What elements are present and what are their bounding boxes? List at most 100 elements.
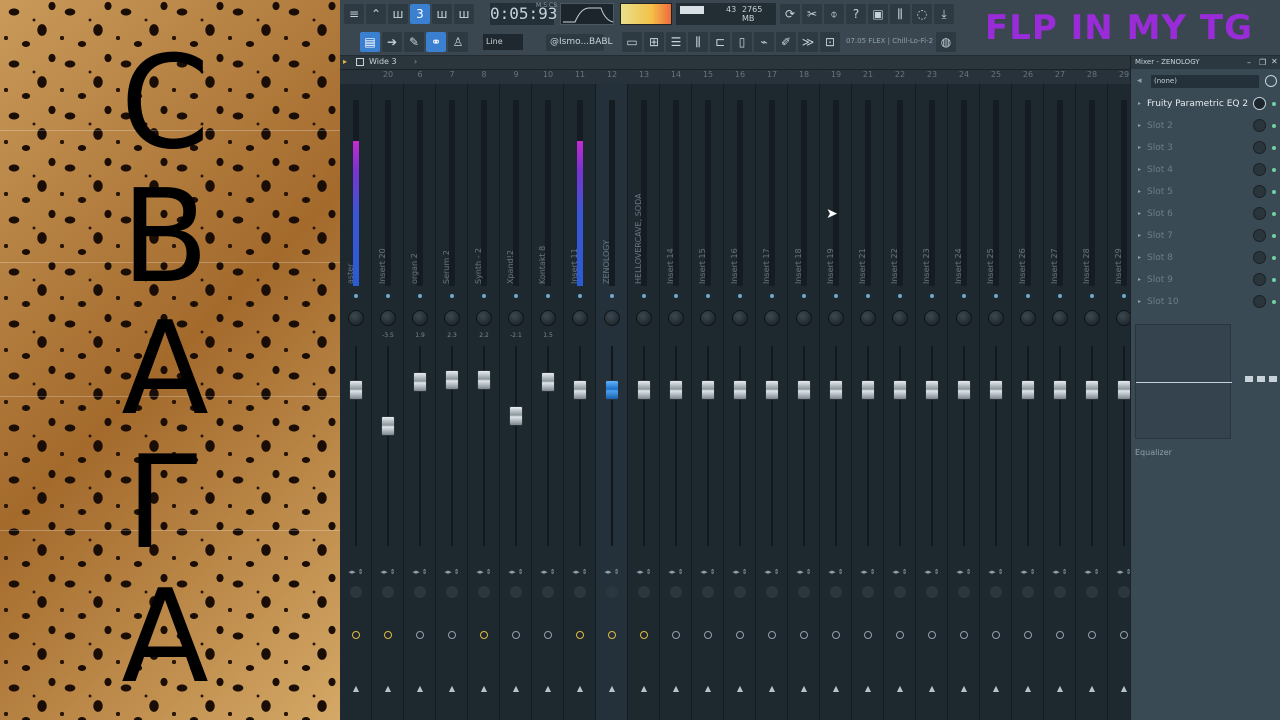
volume-fader[interactable] [989, 380, 1003, 400]
track-name[interactable]: Insert 28 [1082, 194, 1102, 284]
stereo-knob[interactable] [958, 586, 970, 598]
save-icon[interactable]: ▣ [868, 4, 888, 24]
track-name[interactable]: HELLOVERCAVE, SODA LU. (Полная Версия)_v… [634, 194, 654, 284]
piano-roll-icon[interactable]: ▭ [622, 32, 642, 52]
slot-arrow-icon[interactable]: ▸ [1138, 160, 1141, 180]
route-ring-icon[interactable] [1024, 631, 1032, 639]
play-icon[interactable]: ▸ [343, 57, 347, 66]
menu-icon[interactable]: ≡ [344, 4, 364, 24]
volume-fader[interactable] [733, 380, 747, 400]
effect-slot[interactable]: ▸ Fruity Parametric EQ 2 [1135, 94, 1277, 114]
stereo-arrows-icon[interactable]: ◂▸ ⇕ [692, 568, 724, 576]
mixer-icon[interactable]: ⫼ [890, 4, 910, 24]
route-ring-icon[interactable] [832, 631, 840, 639]
route-ring-icon[interactable] [416, 631, 424, 639]
stereo-knob[interactable] [734, 586, 746, 598]
track-led[interactable] [706, 294, 710, 298]
route-ring-icon[interactable] [480, 631, 488, 639]
restore-icon[interactable]: ❐ [1259, 58, 1266, 67]
clipboard-icon[interactable]: ▯ [732, 32, 752, 52]
slot-enable-led[interactable] [1272, 124, 1276, 128]
mixer-track[interactable]: 15 Insert 15 ◂▸ ⇕ ▲ [692, 70, 724, 720]
mixer-track[interactable]: 12 ZENOLOGY ◂▸ ⇕ ▲ [596, 70, 628, 720]
volume-fader[interactable] [829, 380, 843, 400]
volume-fader[interactable] [445, 370, 459, 390]
stereo-arrows-icon[interactable]: ◂▸ ⇕ [852, 568, 884, 576]
send-arrow-icon[interactable]: ▲ [916, 684, 948, 693]
track-led[interactable] [514, 294, 518, 298]
stereo-arrows-icon[interactable]: ◂▸ ⇕ [788, 568, 820, 576]
window-icon[interactable] [356, 58, 364, 66]
slot-arrow-icon[interactable]: ▸ [1138, 94, 1141, 114]
pan-knob[interactable] [412, 310, 428, 326]
plugin-icon[interactable]: ⌁ [754, 32, 774, 52]
volume-fader[interactable] [477, 370, 491, 390]
slot-arrow-icon[interactable]: ▸ [1138, 138, 1141, 158]
send-arrow-icon[interactable]: ▲ [788, 684, 820, 693]
volume-fader[interactable] [381, 416, 395, 436]
slot-enable-led[interactable] [1272, 234, 1276, 238]
send-arrow-icon[interactable]: ▲ [660, 684, 692, 693]
stereo-arrows-icon[interactable]: ◂▸ ⇕ [596, 568, 628, 576]
track-led[interactable] [834, 294, 838, 298]
pan-knob[interactable] [860, 310, 876, 326]
track-led[interactable] [354, 294, 358, 298]
send-arrow-icon[interactable]: ▲ [1076, 684, 1108, 693]
pan-knob[interactable] [540, 310, 556, 326]
send-arrow-icon[interactable]: ▲ [756, 684, 788, 693]
stereo-arrows-icon[interactable]: ◂▸ ⇕ [532, 568, 564, 576]
send-arrow-icon[interactable]: ▲ [564, 684, 596, 693]
track-name[interactable]: Synth - 2 [474, 194, 494, 284]
stamp-icon[interactable]: ♙ [448, 32, 468, 52]
slot-arrow-icon[interactable]: ▸ [1138, 248, 1141, 268]
snap-select[interactable]: Line [483, 34, 523, 50]
route-ring-icon[interactable] [736, 631, 744, 639]
route-ring-icon[interactable] [1120, 631, 1128, 639]
send-arrow-icon[interactable]: ▲ [468, 684, 500, 693]
track-name[interactable]: Insert 26 [1018, 194, 1038, 284]
stereo-arrows-icon[interactable]: ◂▸ ⇕ [372, 568, 404, 576]
volume-fader[interactable] [957, 380, 971, 400]
stereo-knob[interactable] [478, 586, 490, 598]
track-name[interactable]: Insert 24 [954, 194, 974, 284]
stereo-arrows-icon[interactable]: ◂▸ ⇕ [404, 568, 436, 576]
send-arrow-icon[interactable]: ▲ [436, 684, 468, 693]
stereo-arrows-icon[interactable]: ◂▸ ⇕ [340, 568, 372, 576]
slot-enable-led[interactable] [1272, 300, 1276, 304]
mix-knob[interactable] [1253, 163, 1266, 176]
stereo-arrows-icon[interactable]: ◂▸ ⇕ [948, 568, 980, 576]
stereo-knob[interactable] [830, 586, 842, 598]
stereo-knob[interactable] [1086, 586, 1098, 598]
track-led[interactable] [802, 294, 806, 298]
pencil-icon[interactable]: ✎ [404, 32, 424, 52]
pan-knob[interactable] [1052, 310, 1068, 326]
pan-knob[interactable] [764, 310, 780, 326]
track-led[interactable] [866, 294, 870, 298]
pan-knob[interactable] [956, 310, 972, 326]
slot-enable-led[interactable] [1272, 146, 1276, 150]
volume-fader[interactable] [1085, 380, 1099, 400]
mixer-track[interactable]: 17 Insert 17 ◂▸ ⇕ ▲ [756, 70, 788, 720]
route-ring-icon[interactable] [800, 631, 808, 639]
chevron-right-icon[interactable]: › [414, 57, 417, 66]
pan-knob[interactable] [892, 310, 908, 326]
stereo-arrows-icon[interactable]: ◂▸ ⇕ [756, 568, 788, 576]
effect-slot[interactable]: ▸ Slot 10 [1135, 292, 1277, 312]
route-ring-icon[interactable] [544, 631, 552, 639]
route-ring-icon[interactable] [672, 631, 680, 639]
effect-slot[interactable]: ▸ Slot 2 [1135, 116, 1277, 136]
route-ring-icon[interactable] [992, 631, 1000, 639]
track-led[interactable] [738, 294, 742, 298]
track-led[interactable] [1058, 294, 1062, 298]
mixer-track[interactable]: 18 Insert 18 ◂▸ ⇕ ▲ [788, 70, 820, 720]
send-arrow-icon[interactable]: ▲ [692, 684, 724, 693]
stereo-arrows-icon[interactable]: ◂▸ ⇕ [884, 568, 916, 576]
track-led[interactable] [642, 294, 646, 298]
route-ring-icon[interactable] [384, 631, 392, 639]
route-ring-icon[interactable] [704, 631, 712, 639]
mixer-track[interactable]: 6 organ 2 1.9 ◂▸ ⇕ ▲ [404, 70, 436, 720]
volume-fader[interactable] [573, 380, 587, 400]
channel-rack-icon[interactable]: ⊏ [710, 32, 730, 52]
track-name[interactable]: Insert 14 [666, 194, 686, 284]
track-name[interactable]: Insert 11 [570, 194, 590, 284]
